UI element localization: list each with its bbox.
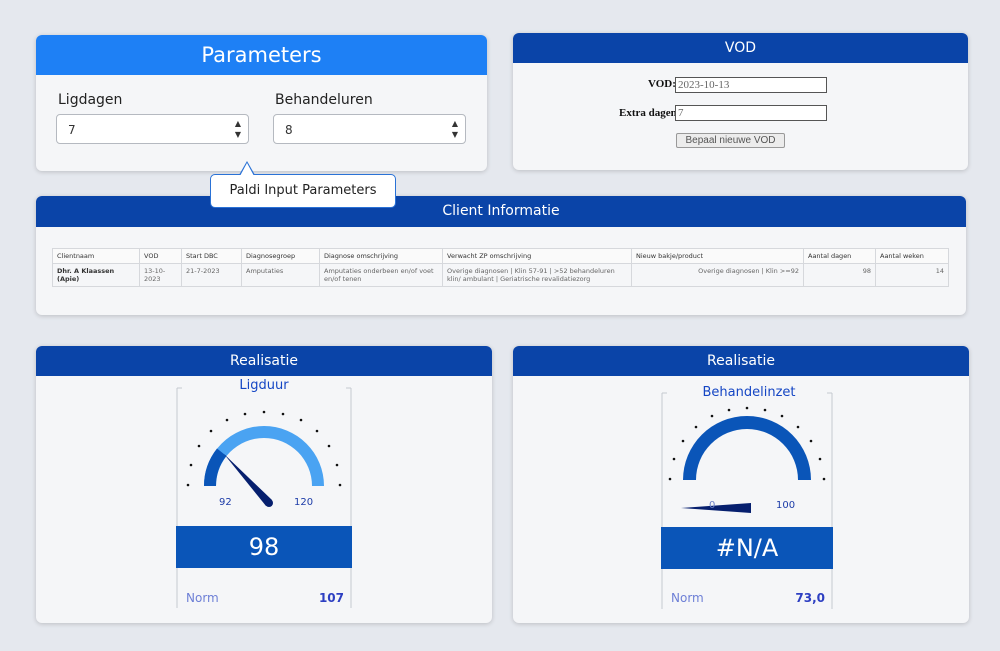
tooltip-arrow [239, 161, 255, 176]
vod-title: VOD [513, 33, 968, 63]
cell-verwacht-zp: Overige diagnosen | Klin 57-91 | >52 beh… [442, 263, 632, 287]
ligduur-title: Ligduur [239, 378, 289, 393]
cell-vod: 13-10-2023 [139, 263, 182, 287]
gauge-value-arc [683, 416, 811, 480]
col-clientnaam: Clientnaam [52, 248, 140, 264]
col-diagnose-omschrijving: Diagnose omschrijving [319, 248, 443, 264]
input-parameters-tooltip: Paldi Input Parameters [210, 161, 396, 208]
bepaal-nieuwe-vod-button[interactable]: Bepaal nieuwe VOD [676, 133, 785, 148]
gauge-needle-hub [744, 505, 750, 511]
realisatie-title: Realisatie [36, 346, 492, 376]
parameters-title: Parameters [36, 35, 487, 75]
stepper-up-icon[interactable]: ▲ [452, 118, 458, 129]
norm-label: Norm [671, 591, 704, 605]
client-informatie-title: Client Informatie [36, 196, 966, 227]
behandeluren-stepper[interactable]: ▲ ▼ [452, 118, 458, 140]
col-vod: VOD [139, 248, 182, 264]
gauge-min-label: 92 [219, 497, 232, 508]
ligdagen-value: 7 [68, 123, 76, 137]
client-informatie-card: Client Informatie Clientnaam VOD Start D… [36, 196, 966, 315]
gauge-value-arc [203, 448, 227, 486]
col-aantal-weken: Aantal weken [875, 248, 949, 264]
cell-start-dbc: 21-7-2023 [181, 263, 242, 287]
col-aantal-dagen: Aantal dagen [803, 248, 876, 264]
client-table: Clientnaam VOD Start DBC Diagnosegroep D… [52, 248, 949, 287]
behandeluren-input[interactable]: 8 ▲ ▼ [273, 114, 466, 144]
extra-dagen-input[interactable]: 7 [675, 105, 827, 121]
vod-card: VOD VOD: 2023-10-13 Extra dagen: 7 Bepaa… [513, 33, 968, 170]
behandeluren-field: Behandeluren 8 ▲ ▼ [273, 92, 466, 144]
ligdagen-label: Ligdagen [58, 92, 123, 108]
cell-clientnaam: Dhr. A Klaassen (Apie) [52, 263, 140, 287]
ligduur-gauge [176, 387, 352, 608]
stepper-down-icon[interactable]: ▼ [452, 129, 458, 140]
cell-aantal-weken: 14 [875, 263, 949, 287]
gauge-min-label: 0 [709, 500, 716, 511]
gauge-needle [681, 503, 751, 513]
norm-value: 73,0 [795, 591, 825, 605]
realisatie-title: Realisatie [513, 346, 969, 376]
vod-label: VOD: [648, 78, 676, 90]
vod-date-input[interactable]: 2023-10-13 [675, 77, 827, 93]
norm-label: Norm [186, 591, 219, 605]
stepper-down-icon[interactable]: ▼ [235, 129, 241, 140]
ligduur-gauge-panel: Ligduur 92 120 98 Norm 107 [176, 378, 352, 608]
ligdagen-input[interactable]: 7 ▲ ▼ [56, 114, 249, 144]
table-header-row: Clientnaam VOD Start DBC Diagnosegroep D… [52, 248, 949, 264]
behandelinzet-gauge-panel: Behandelinzet 0 100 #N/A Norm 73,0 [661, 385, 837, 615]
norm-value: 107 [318, 591, 344, 605]
parameters-card: Parameters Ligdagen 7 ▲ ▼ Behandeluren 8… [36, 35, 487, 208]
ligduur-value: 98 [176, 526, 352, 568]
behandelinzet-value: #N/A [661, 527, 833, 569]
col-diagnosegroep: Diagnosegroep [241, 248, 320, 264]
ligdagen-stepper[interactable]: ▲ ▼ [235, 118, 241, 140]
tooltip-text: Paldi Input Parameters [229, 183, 377, 198]
gauge-max-label: 100 [776, 500, 796, 511]
cell-diagnose-omschrijving: Amputaties onderbeen en/of voet en/of te… [319, 263, 443, 287]
table-row: Dhr. A Klaassen (Apie) 13-10-2023 21-7-2… [52, 263, 949, 287]
realisatie-ligduur-card: Realisatie Ligduur 92 120 98 Norm 107 [36, 346, 492, 623]
behandelinzet-title: Behandelinzet [702, 385, 796, 400]
behandelinzet-gauge [661, 392, 833, 609]
extra-dagen-label: Extra dagen: [619, 107, 681, 119]
behandeluren-label: Behandeluren [275, 92, 373, 108]
behandeluren-value: 8 [285, 123, 293, 137]
gauge-needle-hub [265, 499, 273, 507]
cell-aantal-dagen: 98 [803, 263, 876, 287]
col-start-dbc: Start DBC [181, 248, 242, 264]
col-nieuw-bakje: Nieuw bakje/product [631, 248, 804, 264]
stepper-up-icon[interactable]: ▲ [235, 118, 241, 129]
realisatie-behandelinzet-card: Realisatie Behandelinzet 0 100 #N/A Norm [513, 346, 969, 623]
gauge-max-label: 120 [294, 497, 314, 508]
ligdagen-field: Ligdagen 7 ▲ ▼ [56, 92, 249, 144]
cell-nieuw-bakje: Overige diagnosen | Klin >=92 [631, 263, 804, 287]
cell-diagnosegroep: Amputaties [241, 263, 320, 287]
col-verwacht-zp: Verwacht ZP omschrijving [442, 248, 632, 264]
